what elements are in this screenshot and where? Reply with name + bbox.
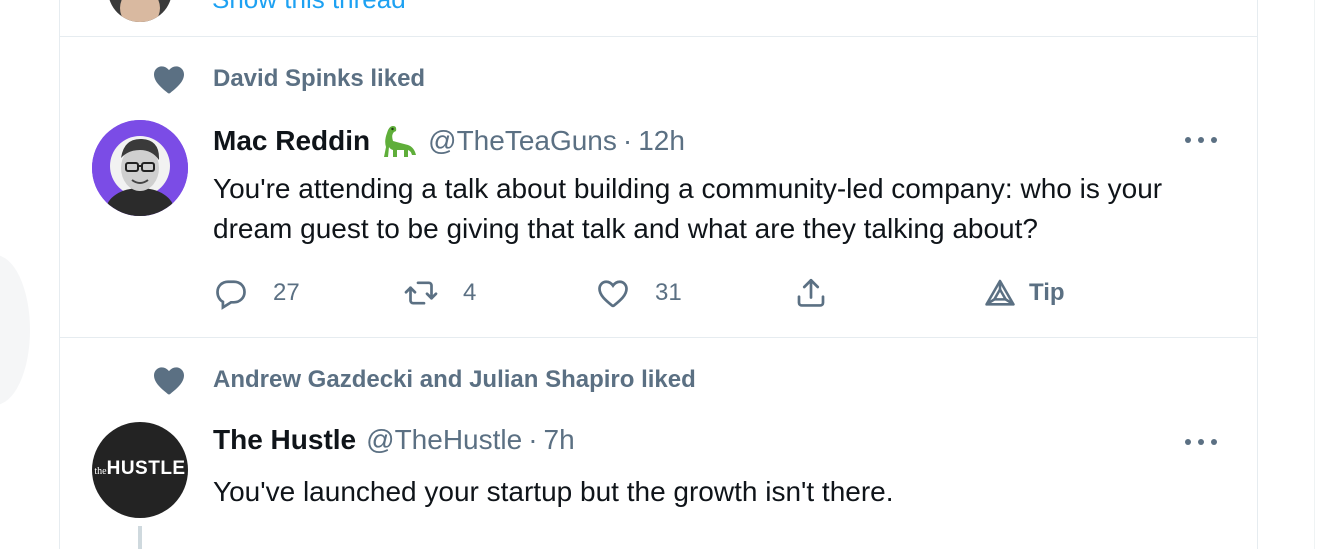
hustle-logo: theHUSTLE — [92, 458, 188, 480]
logo-small-text: the — [94, 466, 107, 477]
separator-dot: · — [528, 424, 538, 455]
timestamp[interactable]: 12h — [638, 125, 685, 157]
like-button[interactable]: 31 — [595, 273, 682, 313]
handle[interactable]: @TheHustle — [366, 424, 522, 456]
page: Show this thread David Spinks liked — [0, 0, 1322, 549]
heart-filled-icon — [154, 367, 184, 395]
handle[interactable]: @TheTeaGuns — [428, 125, 617, 157]
social-context: Andrew Gazdecki and Julian Shapiro liked — [151, 360, 696, 400]
timestamp[interactable]: 7h — [544, 424, 575, 456]
display-name[interactable]: The Hustle — [213, 424, 356, 456]
tip-button[interactable]: Tip — [983, 273, 1065, 313]
right-border — [1314, 0, 1315, 549]
reply-icon — [216, 280, 246, 310]
social-context: David Spinks liked — [151, 59, 425, 99]
tweet-header: The Hustle @TheHustle · 7h — [213, 424, 575, 456]
retweet-button[interactable]: 4 — [403, 273, 476, 313]
logo-big-text: HUSTLE — [106, 458, 186, 479]
tweet-text: You're attending a talk about building a… — [213, 173, 1163, 244]
more-options-icon[interactable] — [1185, 136, 1217, 144]
previous-tweet-avatar[interactable] — [108, 0, 172, 22]
tweet-the-hustle[interactable]: Andrew Gazdecki and Julian Shapiro liked… — [60, 338, 1257, 549]
reply-count: 27 — [273, 279, 300, 306]
share-icon — [797, 278, 825, 307]
like-count: 31 — [655, 279, 682, 306]
sauropod-icon — [384, 126, 417, 157]
avatar-mac-reddin[interactable] — [92, 120, 188, 216]
avatar-the-hustle[interactable]: theHUSTLE — [92, 422, 188, 518]
background-shadow — [0, 255, 30, 405]
tip-triangle-icon — [985, 279, 1015, 306]
share-button[interactable] — [793, 273, 829, 313]
social-context-text[interactable]: David Spinks liked — [213, 65, 425, 93]
tweet-mac-reddin[interactable]: David Spinks liked Mac Reddin @TheTeaGun… — [60, 37, 1257, 337]
heart-outline-icon — [598, 280, 628, 308]
timeline: Show this thread David Spinks liked — [59, 0, 1258, 549]
display-name[interactable]: Mac Reddin — [213, 125, 370, 157]
heart-filled-icon — [154, 66, 184, 94]
tip-label: Tip — [1029, 279, 1065, 306]
social-context-text[interactable]: Andrew Gazdecki and Julian Shapiro liked — [213, 366, 696, 394]
retweet-icon — [404, 281, 438, 305]
tweet-header: Mac Reddin @TheTeaGuns · 12h — [213, 121, 685, 161]
thread-connector-line — [138, 526, 142, 549]
person-avatar-icon — [92, 120, 188, 216]
tweet-actions: 27 4 31 Tip — [213, 273, 1113, 313]
separator-dot: · — [622, 125, 633, 156]
reply-button[interactable]: 27 — [213, 273, 300, 313]
more-options-icon[interactable] — [1185, 438, 1217, 446]
show-thread-link[interactable]: Show this thread — [212, 0, 406, 15]
tweet-text: You've launched your startup but the gro… — [213, 476, 894, 507]
avatar-face — [120, 0, 160, 22]
retweet-count: 4 — [463, 279, 477, 306]
